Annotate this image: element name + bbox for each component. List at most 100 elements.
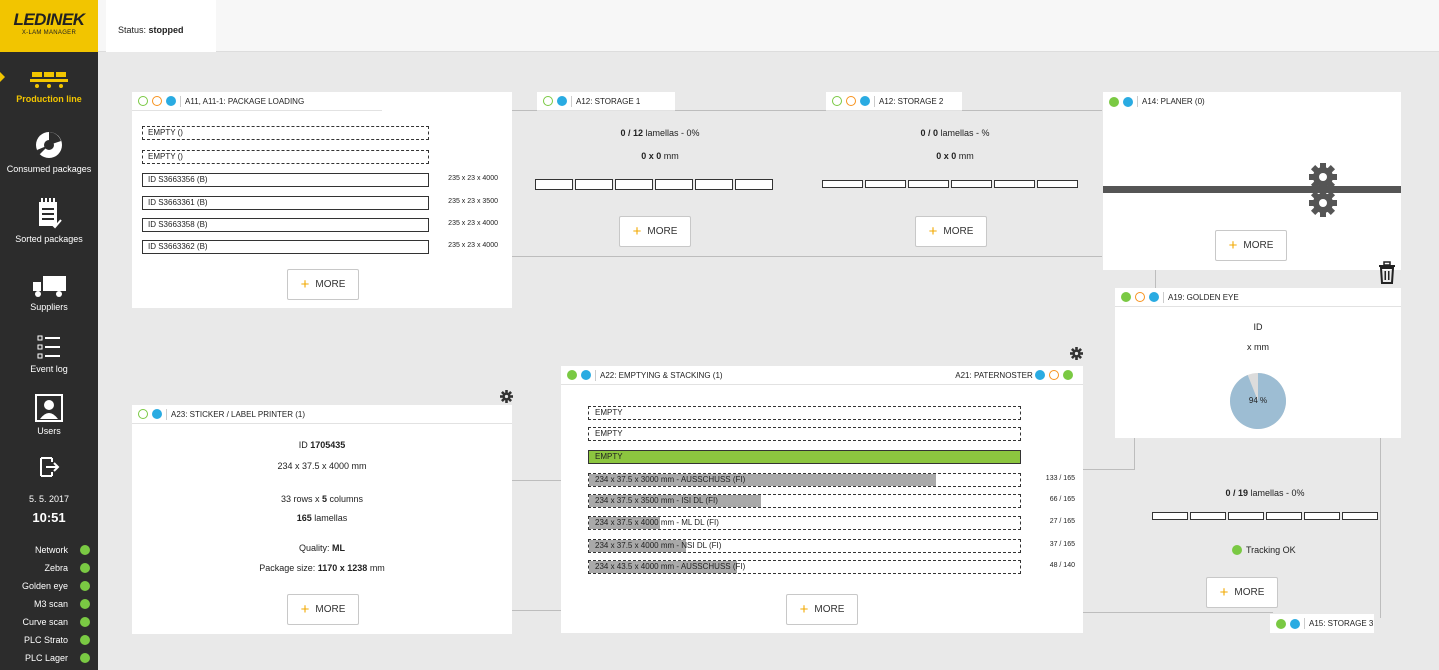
nav-production-line[interactable]: Production line bbox=[0, 70, 98, 104]
more-button[interactable]: + MORE bbox=[1206, 577, 1278, 608]
id-label: ID bbox=[298, 440, 308, 450]
more-label: MORE bbox=[814, 604, 845, 615]
slot-row[interactable]: ID S3663356 (B) bbox=[142, 173, 429, 187]
stack-row[interactable]: EMPTY bbox=[588, 406, 1021, 420]
status-dot-icon bbox=[1123, 96, 1133, 107]
divider bbox=[1163, 291, 1164, 303]
storage-slot bbox=[822, 180, 863, 188]
count-suffix: lamellas - 0% bbox=[645, 128, 700, 138]
header-right-paternoster[interactable]: A21: PATERNOSTER bbox=[955, 370, 1077, 380]
card-storage-3[interactable]: A15: STORAGE 3 bbox=[1270, 614, 1374, 633]
pie-icon bbox=[36, 132, 62, 158]
nav-event-log[interactable]: Event log bbox=[0, 334, 98, 374]
stack-row-label: 234 x 37.5 x 3000 mm - AUSSCHUSS (FI) bbox=[595, 475, 746, 484]
divider bbox=[571, 95, 572, 107]
status-m3-scan: M3 scan bbox=[0, 597, 98, 614]
status-dot-icon bbox=[80, 581, 90, 591]
status-dot-icon bbox=[80, 545, 90, 555]
package-size-value: 1170 x 1238 bbox=[317, 563, 368, 573]
cols-text: columns bbox=[329, 494, 364, 504]
status-curve-scan: Curve scan bbox=[0, 615, 98, 632]
storage-slot bbox=[1190, 512, 1226, 520]
more-button[interactable]: + MORE bbox=[287, 269, 359, 300]
stack-row[interactable]: 234 x 43.5 x 4000 mm - AUSSCHUSS (FI) bbox=[588, 560, 1021, 574]
stack-row-label: EMPTY bbox=[595, 408, 623, 417]
card-header: A15: STORAGE 3 bbox=[1270, 614, 1374, 633]
status-label: Status: bbox=[118, 25, 147, 35]
settings-gear-icon[interactable] bbox=[1070, 347, 1083, 360]
status-tab[interactable]: Status: stopped bbox=[106, 0, 216, 52]
nav-label: Event log bbox=[30, 364, 68, 374]
card-storage-2[interactable]: A12: STORAGE 2 bbox=[826, 92, 964, 111]
count-value: 0 / 0 bbox=[920, 128, 938, 138]
slot-row[interactable]: EMPTY () bbox=[142, 150, 429, 164]
nav-label: Sorted packages bbox=[15, 234, 83, 244]
package-size-label: Package size: bbox=[259, 563, 316, 573]
card-title: A11, A11-1: PACKAGE LOADING bbox=[185, 96, 305, 106]
status-dot-icon bbox=[567, 370, 577, 380]
card-storage-1[interactable]: A12: STORAGE 1 bbox=[537, 92, 677, 111]
nav-users[interactable]: Users bbox=[0, 394, 98, 436]
card-label-printer[interactable]: A23: STICKER / LABEL PRINTER (1) ID 1705… bbox=[132, 405, 512, 634]
count-suffix: lamellas - % bbox=[940, 128, 990, 138]
card-planer[interactable]: A14: PLANER (0) + MORE bbox=[1103, 92, 1401, 270]
more-label: MORE bbox=[315, 279, 346, 290]
more-button[interactable]: + MORE bbox=[915, 216, 987, 247]
status-dot-icon bbox=[80, 563, 90, 573]
slot-label: ID S3663356 (B) bbox=[148, 175, 208, 184]
status-plc-strato: PLC Strato bbox=[0, 633, 98, 650]
stack-row[interactable]: 234 x 37.5 x 3000 mm - AUSSCHUSS (FI) bbox=[588, 473, 1021, 487]
nav-consumed-packages[interactable]: Consumed packages bbox=[0, 130, 98, 174]
logo[interactable]: LEDINEK X-LAM MANAGER bbox=[0, 0, 98, 52]
more-button[interactable]: + MORE bbox=[1215, 230, 1287, 261]
stack-row[interactable]: EMPTY bbox=[588, 427, 1021, 441]
golden-eye-id: ID bbox=[1253, 322, 1263, 332]
card-golden-eye[interactable]: A19: GOLDEN EYE ID x mm 94 % bbox=[1115, 288, 1401, 438]
storage-3-count: 0 / 19 lamellas - 0% bbox=[1134, 488, 1396, 498]
logout-button[interactable] bbox=[0, 456, 98, 478]
stack-row[interactable]: 234 x 37.5 x 3500 mm - ISI DL (FI) bbox=[588, 494, 1021, 508]
stack-row[interactable]: 234 x 37.5 x 4000 mm - ML DL (FI) bbox=[588, 516, 1021, 530]
slot-row[interactable]: EMPTY () bbox=[142, 126, 429, 140]
nav-sorted-packages[interactable]: Sorted packages bbox=[0, 198, 98, 244]
count-suffix: lamellas - 0% bbox=[1250, 488, 1305, 498]
slot-label: EMPTY () bbox=[148, 152, 183, 161]
slot-row[interactable]: ID S3663362 (B) bbox=[142, 240, 429, 254]
cols-value: 5 bbox=[322, 494, 328, 504]
list-icon bbox=[37, 335, 60, 359]
divider bbox=[166, 408, 167, 420]
quality-label: Quality: bbox=[298, 543, 330, 553]
stack-row-label: 234 x 37.5 x 3500 mm - ISI DL (FI) bbox=[595, 496, 718, 505]
plus-icon: + bbox=[1228, 237, 1238, 254]
planer-belt bbox=[1103, 186, 1401, 193]
dims-unit: mm bbox=[351, 461, 367, 471]
trash-icon[interactable] bbox=[1377, 261, 1397, 285]
card-header: A12: STORAGE 2 bbox=[826, 92, 962, 111]
more-button[interactable]: + MORE bbox=[786, 594, 858, 625]
card-title: A15: STORAGE 3 bbox=[1309, 619, 1374, 628]
card-emptying-stacking[interactable]: A22: EMPTYING & STACKING (1) A21: PATERN… bbox=[561, 366, 1083, 633]
slot-row[interactable]: ID S3663358 (B) bbox=[142, 218, 429, 232]
card-title: A19: GOLDEN EYE bbox=[1168, 292, 1239, 302]
label-layout: 33 rows x 5 columns bbox=[132, 494, 512, 504]
divider bbox=[1304, 618, 1305, 629]
settings-gear-icon[interactable] bbox=[500, 390, 513, 403]
status-label: Zebra bbox=[44, 563, 68, 573]
card-package-loading[interactable]: A11, A11-1: PACKAGE LOADING EMPTY () EMP… bbox=[132, 92, 512, 308]
status-dot-icon bbox=[80, 617, 90, 627]
divider bbox=[874, 95, 875, 107]
stack-row[interactable]: 234 x 37.5 x 4000 mm - NSI DL (FI) bbox=[588, 539, 1021, 553]
slot-dimensions: 235 x 23 x 4000 bbox=[448, 220, 498, 227]
stack-row[interactable]: EMPTY bbox=[588, 450, 1021, 464]
status-dot-icon bbox=[557, 96, 567, 106]
size-value: 0 x 0 bbox=[936, 151, 957, 161]
more-button[interactable]: + MORE bbox=[619, 216, 691, 247]
nav-suppliers[interactable]: Suppliers bbox=[0, 274, 98, 312]
status-dot-icon bbox=[152, 409, 162, 419]
tracking-label: Tracking OK bbox=[1246, 545, 1296, 555]
logout-icon bbox=[40, 457, 60, 477]
card-title: A12: STORAGE 1 bbox=[576, 96, 641, 106]
more-button[interactable]: + MORE bbox=[287, 594, 359, 625]
slot-row[interactable]: ID S3663361 (B) bbox=[142, 196, 429, 210]
status-dot-icon bbox=[80, 653, 90, 663]
